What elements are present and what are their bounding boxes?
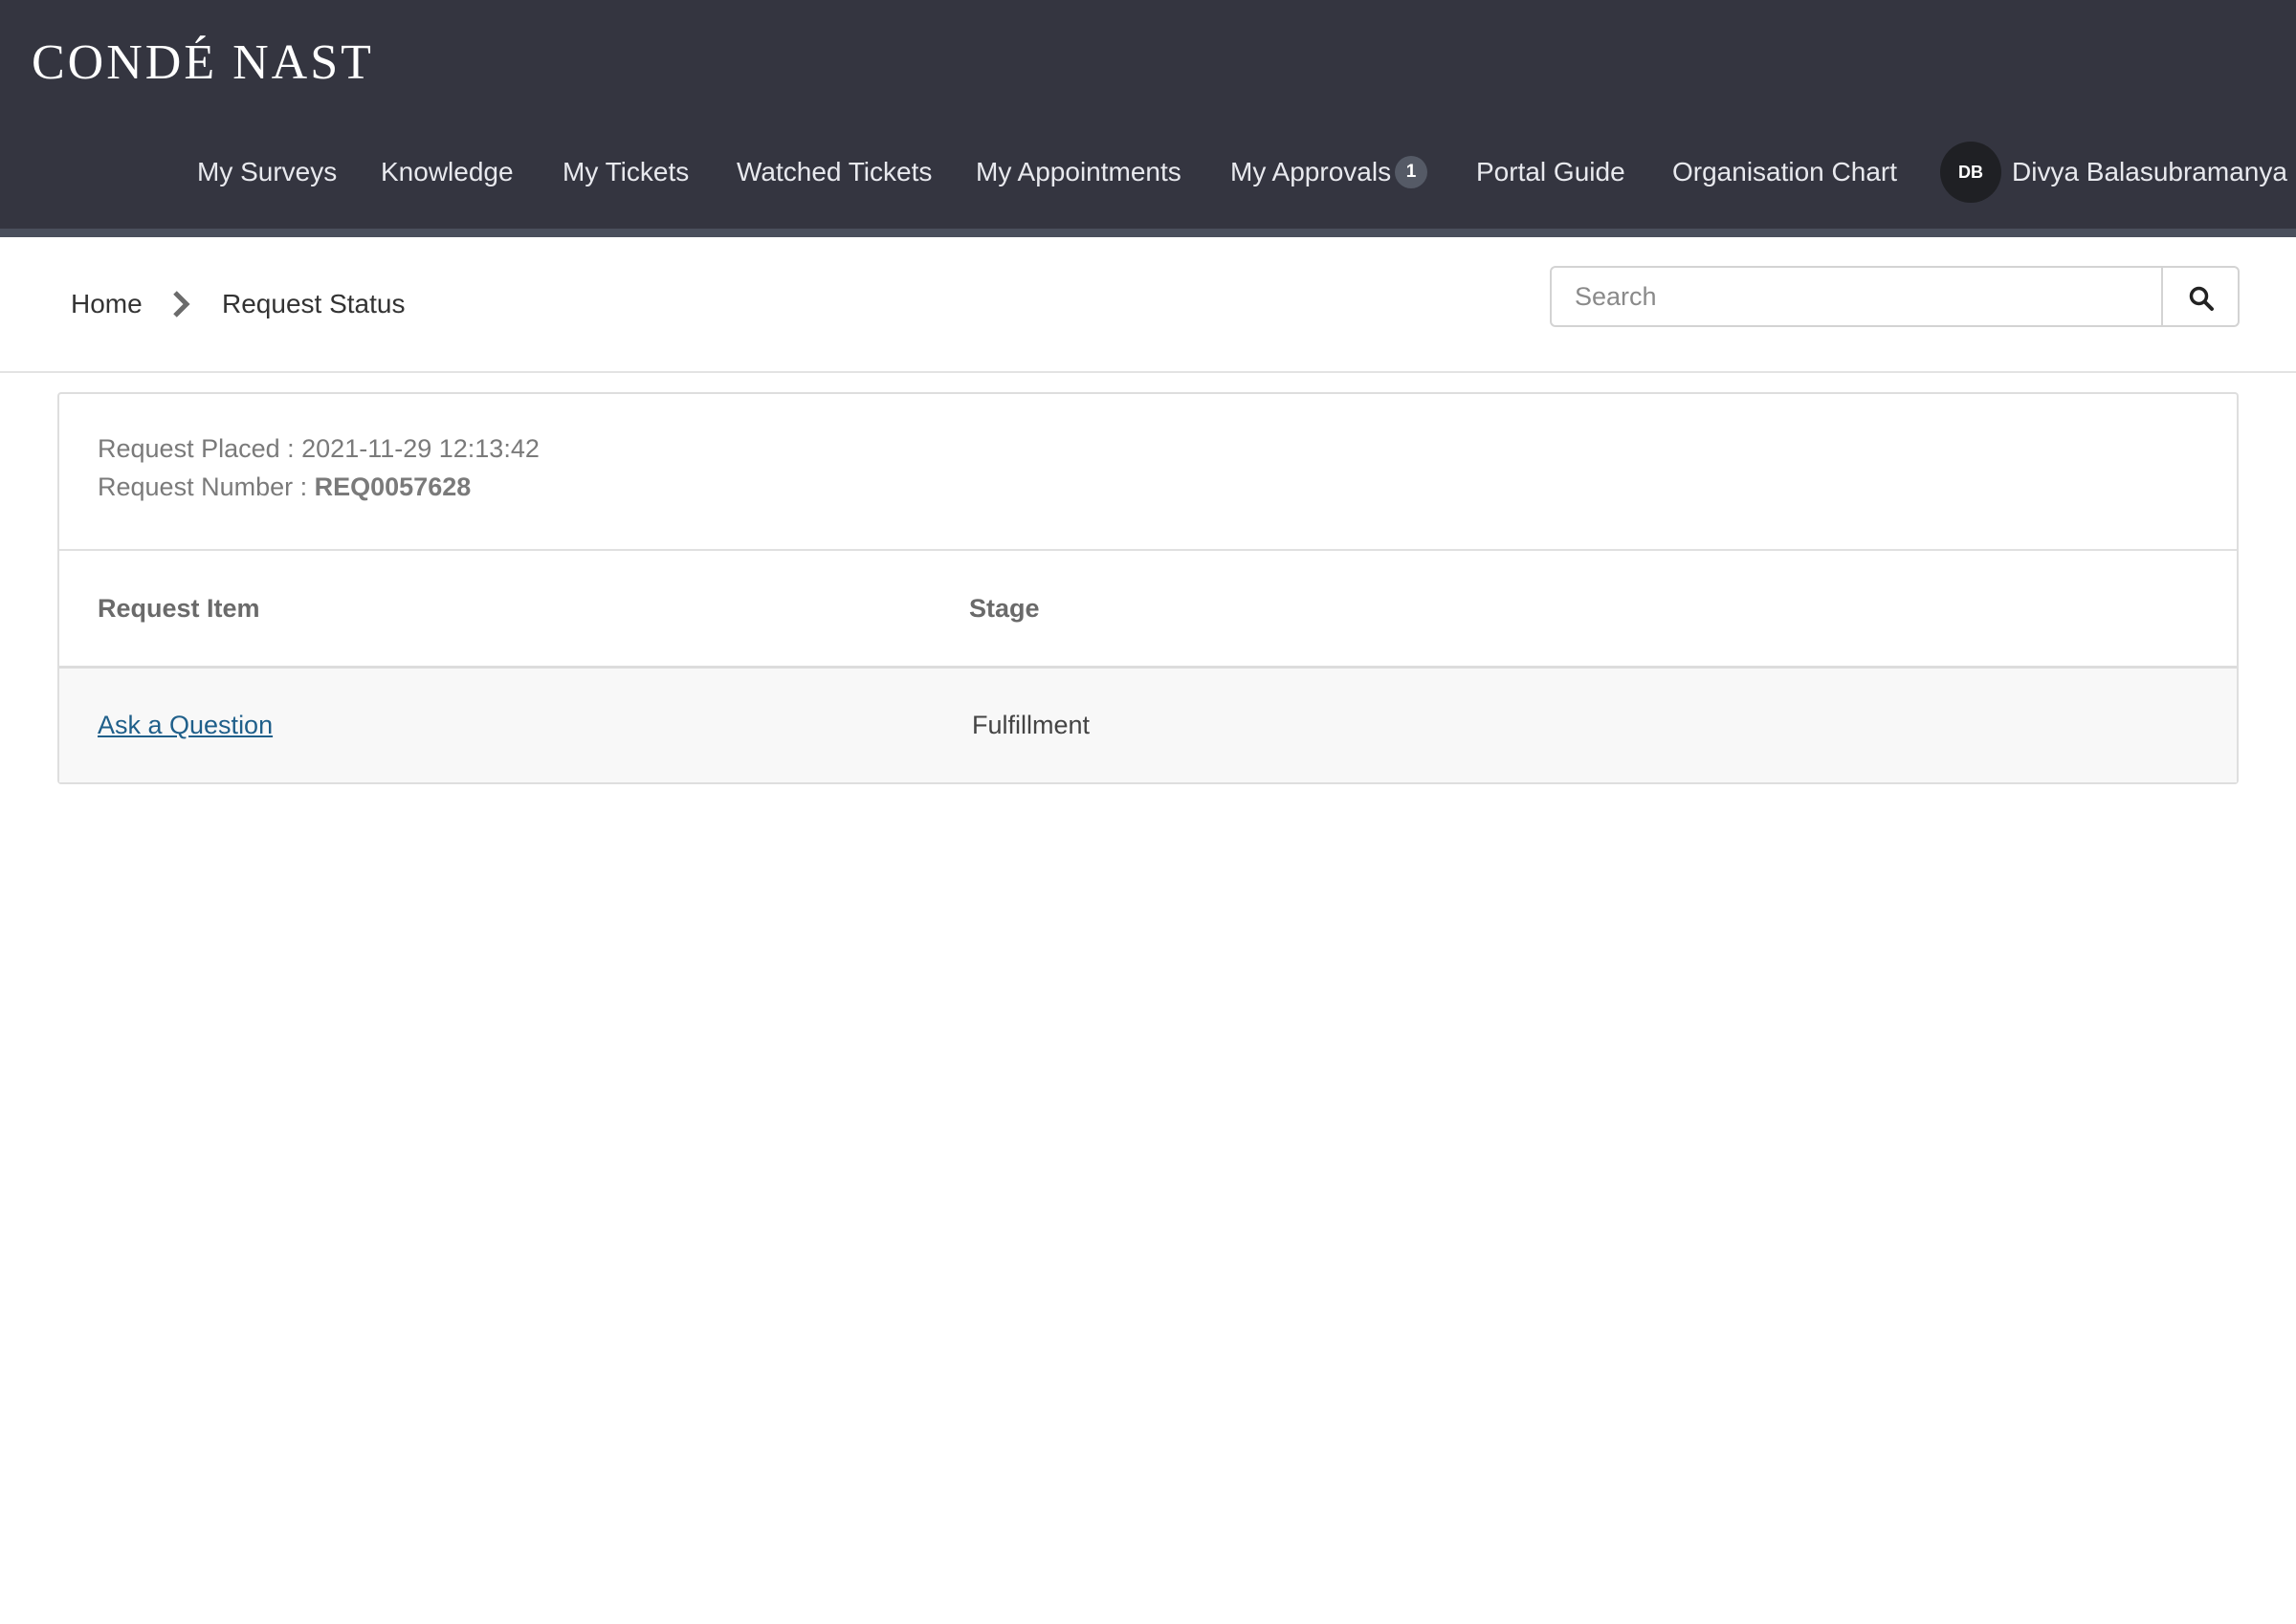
request-item-cell: Ask a Question — [98, 669, 273, 782]
request-placed: Request Placed : 2021-11-29 12:13:42 — [98, 434, 540, 464]
nav-my-appointments[interactable]: My Appointments — [976, 143, 1181, 201]
stage-cell: Fulfillment — [972, 711, 1091, 739]
request-number: Request Number : REQ0057628 — [98, 472, 471, 502]
request-placed-label: Request Placed : — [98, 434, 295, 463]
nav-my-approvals[interactable]: My Approvals 1 — [1230, 143, 1428, 201]
breadcrumb-home[interactable]: Home — [71, 237, 143, 371]
column-header-stage[interactable]: Stage — [969, 551, 1040, 666]
request-status-card: Request Placed : 2021-11-29 12:13:42 Req… — [57, 392, 2239, 784]
user-name-menu[interactable]: Divya Balasubramanya — [2012, 143, 2287, 201]
request-number-label: Request Number : — [98, 472, 308, 501]
breadcrumb-current: Request Status — [222, 289, 406, 318]
request-number-value: REQ0057628 — [314, 472, 472, 501]
table-header: Request Item Stage — [59, 551, 2237, 669]
nav-watched-tickets[interactable]: Watched Tickets — [737, 143, 932, 201]
chevron-right-icon — [173, 291, 190, 318]
request-item-link[interactable]: Ask a Question — [98, 711, 273, 739]
nav-knowledge[interactable]: Knowledge — [381, 143, 514, 201]
table-row: Ask a Question Fulfillment — [59, 669, 2237, 782]
request-info: Request Placed : 2021-11-29 12:13:42 Req… — [59, 394, 2237, 551]
approvals-count-badge: 1 — [1395, 155, 1428, 188]
nav-my-approvals-label: My Approvals — [1230, 157, 1392, 187]
nav-my-tickets[interactable]: My Tickets — [563, 143, 689, 201]
header-divider — [0, 229, 2296, 237]
top-header: CONDÉ NAST My Surveys Knowledge My Ticke… — [0, 0, 2296, 229]
search-input[interactable] — [1550, 266, 2163, 327]
search-button[interactable] — [2163, 266, 2240, 327]
conde-nast-logo[interactable]: CONDÉ NAST — [32, 33, 374, 94]
user-avatar[interactable]: DB — [1940, 142, 2001, 203]
nav-portal-guide[interactable]: Portal Guide — [1476, 143, 1625, 201]
nav-my-surveys[interactable]: My Surveys — [197, 143, 337, 201]
column-header-request-item[interactable]: Request Item — [98, 551, 260, 666]
request-placed-value: 2021-11-29 12:13:42 — [301, 434, 540, 463]
nav-organisation-chart[interactable]: Organisation Chart — [1672, 143, 1897, 201]
search-icon — [2189, 286, 2214, 311]
